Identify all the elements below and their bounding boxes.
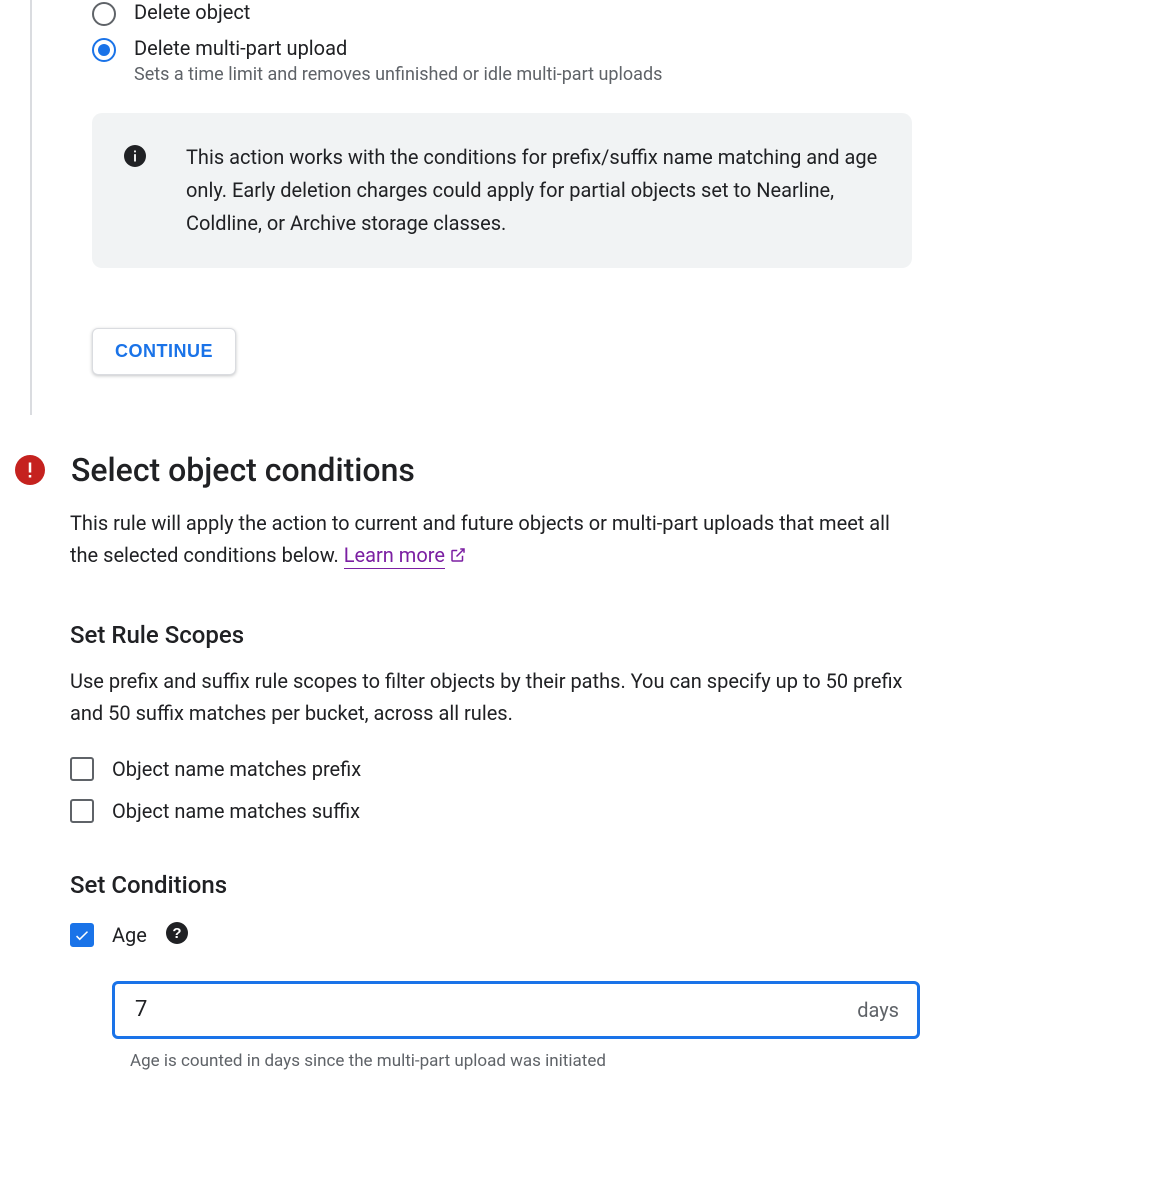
checkbox-prefix[interactable]: Object name matches prefix [70, 757, 920, 781]
checkbox-checked-icon [70, 923, 94, 947]
radio-label: Delete object [134, 0, 250, 24]
help-icon[interactable]: ? [165, 921, 189, 949]
checkbox-label: Object name matches prefix [112, 757, 361, 781]
age-helper-text: Age is counted in days since the multi-p… [130, 1051, 920, 1071]
section-title: Select object conditions [71, 451, 415, 489]
checkbox-unchecked-icon [70, 799, 94, 823]
radio-unchecked-icon [92, 2, 116, 26]
checkbox-label: Object name matches suffix [112, 799, 360, 823]
rule-scopes-description: Use prefix and suffix rule scopes to fil… [70, 665, 920, 729]
checkbox-age[interactable]: Age ? [70, 921, 920, 949]
info-box: This action works with the conditions fo… [92, 113, 912, 268]
checkbox-suffix[interactable]: Object name matches suffix [70, 799, 920, 823]
age-input-suffix: days [857, 998, 899, 1022]
set-conditions-heading: Set Conditions [70, 871, 920, 899]
radio-label: Delete multi-part upload [134, 36, 662, 60]
age-input-container: days [112, 981, 920, 1039]
learn-more-link[interactable]: Learn more [344, 543, 445, 569]
checkbox-unchecked-icon [70, 757, 94, 781]
info-text: This action works with the conditions fo… [186, 141, 880, 240]
radio-sublabel: Sets a time limit and removes unfinished… [134, 64, 662, 85]
continue-button[interactable]: CONTINUE [92, 328, 236, 375]
rule-scopes-heading: Set Rule Scopes [70, 621, 920, 649]
external-link-icon [449, 541, 467, 573]
radio-delete-object[interactable]: Delete object [92, 0, 1134, 26]
info-icon [124, 145, 146, 171]
radio-checked-icon [92, 38, 116, 62]
age-input[interactable] [133, 996, 857, 1023]
radio-delete-multipart[interactable]: Delete multi-part upload Sets a time lim… [92, 36, 1134, 85]
section-description: This rule will apply the action to curre… [70, 507, 920, 573]
svg-text:?: ? [172, 925, 181, 942]
error-icon [15, 455, 45, 485]
checkbox-label: Age [112, 923, 147, 947]
